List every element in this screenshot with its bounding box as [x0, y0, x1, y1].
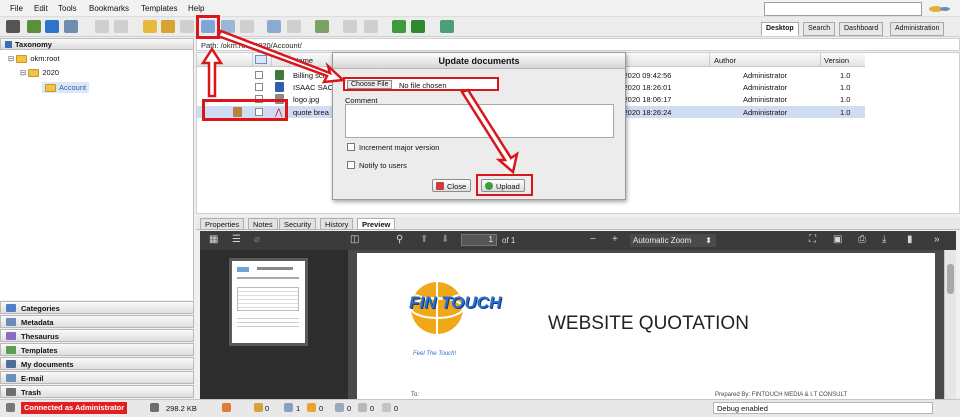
annotation-arrows [200, 29, 519, 175]
